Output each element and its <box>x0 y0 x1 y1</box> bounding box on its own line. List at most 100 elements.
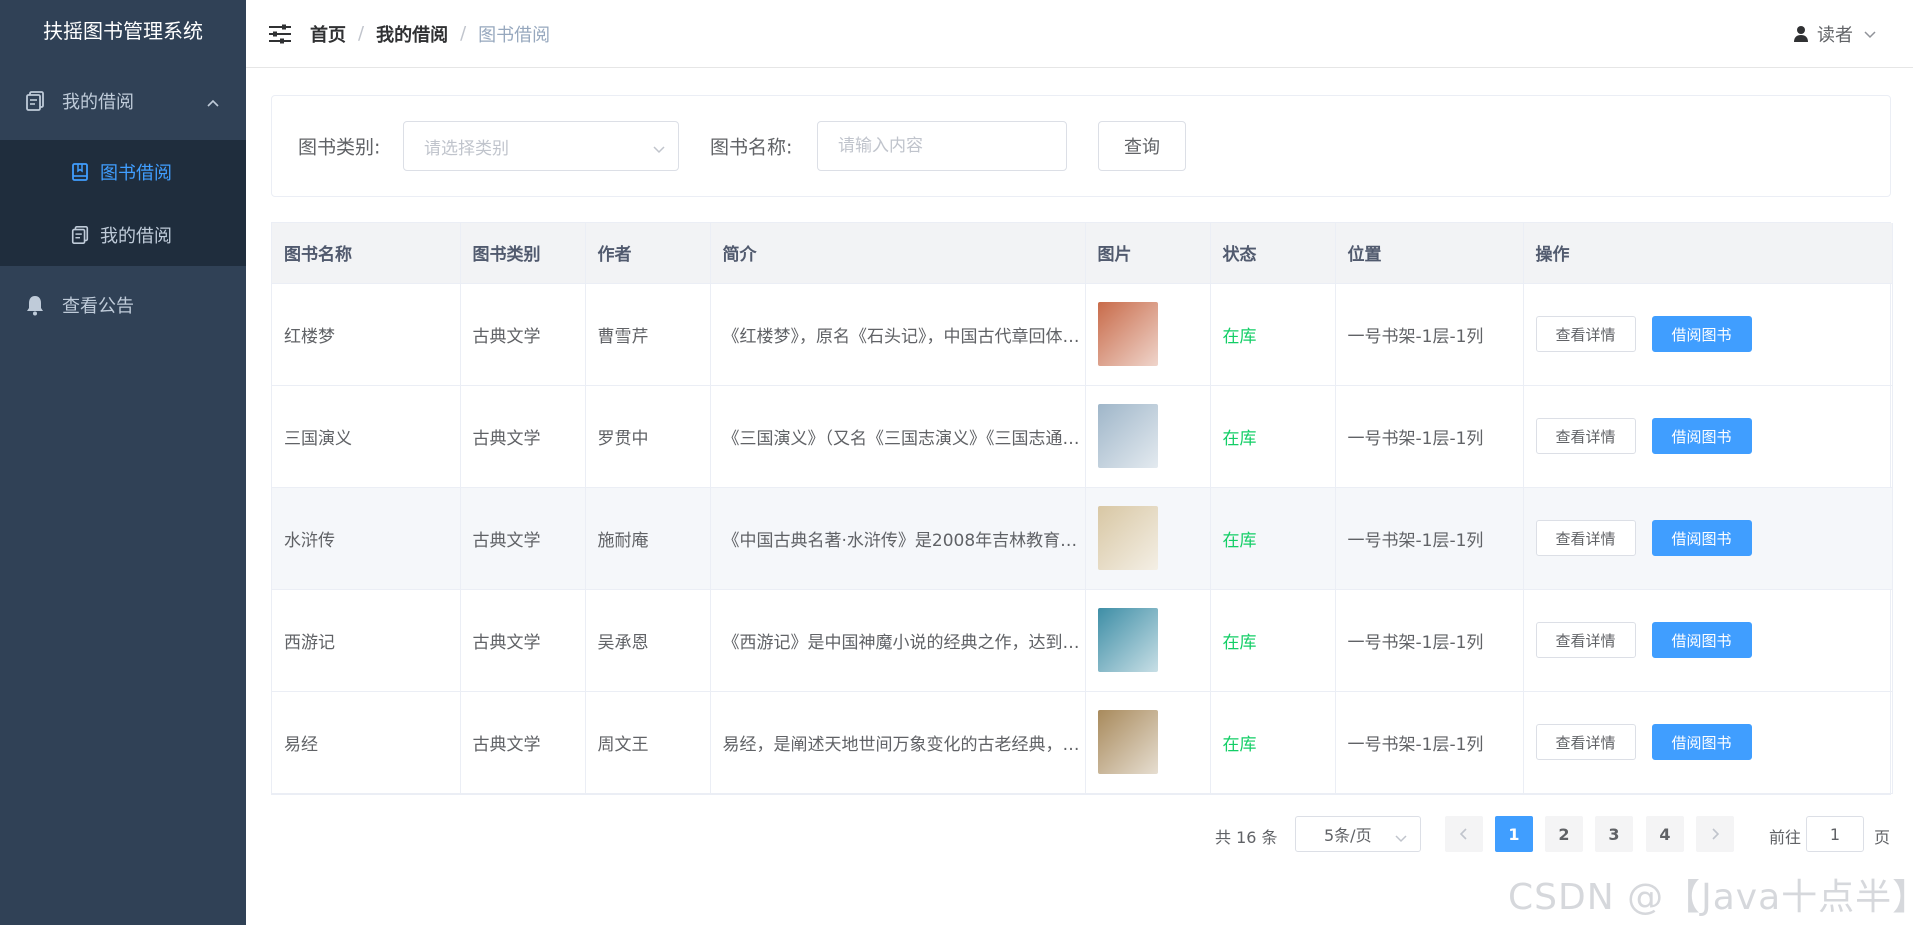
cell-actions: 查看详情 借阅图书 <box>1523 283 1893 386</box>
column-header: 操作 <box>1523 223 1893 284</box>
cell-status: 在库 <box>1210 691 1336 794</box>
cell-book-name: 西游记 <box>272 589 461 692</box>
cell-category: 古典文学 <box>460 691 586 794</box>
page-size-value: 5条/页 <box>1324 826 1372 845</box>
book-table: 图书名称 图书类别 作者 简介 图片 状态 位置 操作 红楼梦 古典文学 曹雪芹… <box>271 222 1893 795</box>
borrow-book-button[interactable]: 借阅图书 <box>1651 418 1752 454</box>
chevron-right-icon <box>1712 828 1720 840</box>
book-name-label: 图书名称: <box>710 136 793 159</box>
cell-status: 在库 <box>1210 589 1336 692</box>
cell-actions: 查看详情 借阅图书 <box>1523 691 1893 794</box>
book-name-input[interactable] <box>817 121 1067 171</box>
document-copy-icon <box>24 90 46 112</box>
chevron-down-icon <box>1863 29 1877 39</box>
user-role-label: 读者 <box>1817 25 1853 46</box>
borrow-book-button[interactable]: 借阅图书 <box>1651 622 1752 658</box>
view-detail-button[interactable]: 查看详情 <box>1535 316 1636 352</box>
submenu: 图书借阅 我的借阅 <box>0 140 246 266</box>
menu-group-my-borrow[interactable]: 我的借阅 <box>0 62 246 140</box>
page-number-button[interactable]: 4 <box>1646 816 1684 852</box>
sidebar-item-my-borrow[interactable]: 我的借阅 <box>0 203 246 266</box>
book-cover-image <box>1097 302 1158 366</box>
cell-actions: 查看详情 借阅图书 <box>1523 589 1893 692</box>
user-icon <box>1793 25 1809 43</box>
prev-page-button[interactable] <box>1445 816 1483 852</box>
column-header: 状态 <box>1210 223 1336 284</box>
cell-author: 曹雪芹 <box>585 283 711 386</box>
book-cover-image <box>1097 710 1158 774</box>
cell-intro: 《中国古典名著·水浒传》是2008年吉林教育出版社出版 <box>710 487 1086 590</box>
cell-author: 周文王 <box>585 691 711 794</box>
cell-status: 在库 <box>1210 487 1336 590</box>
page-number-button[interactable]: 1 <box>1495 816 1533 852</box>
cell-book-name: 水浒传 <box>272 487 461 590</box>
sidebar-item-label: 查看公告 <box>62 296 134 317</box>
chevron-left-icon <box>1459 828 1467 840</box>
breadcrumb-current: 图书借阅 <box>478 24 551 46</box>
sidebar: 扶摇图书管理系统 我的借阅 图书借阅 我的借阅 查看公告 <box>0 0 246 925</box>
sliders-icon[interactable] <box>266 20 294 48</box>
page-number-button[interactable]: 2 <box>1545 816 1583 852</box>
cell-author: 吴承恩 <box>585 589 711 692</box>
category-label: 图书类别: <box>298 136 381 159</box>
page-size-select[interactable]: 5条/页 <box>1295 816 1421 852</box>
book-cover-image <box>1097 608 1158 672</box>
view-detail-button[interactable]: 查看详情 <box>1535 520 1636 556</box>
goto-label: 前往 <box>1769 828 1802 847</box>
pagination: 共 16 条 5条/页 1 2 3 4 前往 页 <box>1210 816 1900 852</box>
table-header-row: 图书名称 图书类别 作者 简介 图片 状态 位置 操作 <box>272 223 1893 284</box>
page-suffix-label: 页 <box>1874 828 1891 847</box>
bell-icon <box>24 294 46 316</box>
cell-intro: 《三国演义》（又名《三国志演义》《三国志通俗演义》） <box>710 385 1086 488</box>
cell-image <box>1085 691 1211 794</box>
total-count: 共 16 条 <box>1215 828 1278 847</box>
borrow-book-button[interactable]: 借阅图书 <box>1651 520 1752 556</box>
book-cover-image <box>1097 404 1158 468</box>
cell-image <box>1085 487 1211 590</box>
breadcrumb-my-borrow[interactable]: 我的借阅 <box>376 21 448 47</box>
table-row: 易经 古典文学 周文王 易经，是阐述天地世间万象变化的古老经典，是博大精深 在库… <box>272 691 1893 794</box>
cell-category: 古典文学 <box>460 385 586 488</box>
chevron-down-icon <box>652 139 666 159</box>
cell-author: 罗贯中 <box>585 385 711 488</box>
cell-location: 一号书架-1层-1列 <box>1335 589 1524 692</box>
borrow-book-button[interactable]: 借阅图书 <box>1651 316 1752 352</box>
table-row: 红楼梦 古典文学 曹雪芹 《红楼梦》，原名《石头记》，中国古代章回体长篇小说 在… <box>272 283 1893 386</box>
borrow-book-button[interactable]: 借阅图书 <box>1651 724 1752 760</box>
cell-category: 古典文学 <box>460 487 586 590</box>
app-title: 扶摇图书管理系统 <box>43 19 203 43</box>
cell-intro: 《西游记》是中国神魔小说的经典之作，达到了古代长篇 <box>710 589 1086 692</box>
view-detail-button[interactable]: 查看详情 <box>1535 418 1636 454</box>
column-header: 位置 <box>1335 223 1524 284</box>
sidebar-item-notice[interactable]: 查看公告 <box>0 266 246 344</box>
cell-image <box>1085 385 1211 488</box>
breadcrumb-separator: / <box>460 23 467 44</box>
query-button[interactable]: 查询 <box>1098 121 1186 171</box>
cell-location: 一号书架-1层-1列 <box>1335 487 1524 590</box>
chevron-up-icon <box>206 92 220 113</box>
view-detail-button[interactable]: 查看详情 <box>1535 724 1636 760</box>
cell-intro: 《红楼梦》，原名《石头记》，中国古代章回体长篇小说 <box>710 283 1086 386</box>
column-header: 简介 <box>710 223 1086 284</box>
goto-page-input[interactable] <box>1806 816 1864 852</box>
breadcrumb-home[interactable]: 首页 <box>310 21 346 47</box>
book-cover-image <box>1097 506 1158 570</box>
cell-status: 在库 <box>1210 283 1336 386</box>
view-detail-button[interactable]: 查看详情 <box>1535 622 1636 658</box>
user-menu[interactable]: 读者 <box>1793 0 1877 68</box>
next-page-button[interactable] <box>1696 816 1734 852</box>
table-row: 三国演义 古典文学 罗贯中 《三国演义》（又名《三国志演义》《三国志通俗演义》）… <box>272 385 1893 488</box>
cell-image <box>1085 283 1211 386</box>
cell-book-name: 三国演义 <box>272 385 461 488</box>
category-select[interactable]: 请选择类别 <box>403 121 679 171</box>
cell-image <box>1085 589 1211 692</box>
page-number-button[interactable]: 3 <box>1595 816 1633 852</box>
cell-location: 一号书架-1层-1列 <box>1335 385 1524 488</box>
cell-intro: 易经，是阐述天地世间万象变化的古老经典，是博大精深 <box>710 691 1086 794</box>
cell-location: 一号书架-1层-1列 <box>1335 691 1524 794</box>
cell-actions: 查看详情 借阅图书 <box>1523 487 1893 590</box>
cell-actions: 查看详情 借阅图书 <box>1523 385 1893 488</box>
search-form: 图书类别: 请选择类别 图书名称: 查询 <box>271 95 1891 197</box>
menu-group-label: 我的借阅 <box>62 92 134 113</box>
sidebar-item-book-borrow[interactable]: 图书借阅 <box>0 140 246 203</box>
